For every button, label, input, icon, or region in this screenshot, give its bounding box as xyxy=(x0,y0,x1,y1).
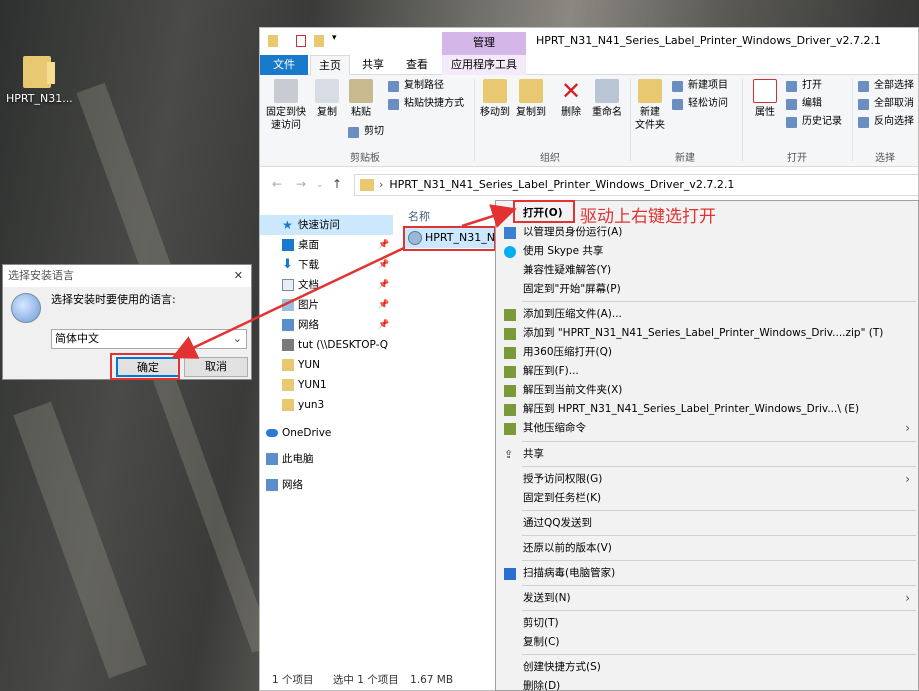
arrow-to-ok xyxy=(171,246,405,359)
annotation-arrows xyxy=(171,204,517,359)
arrow-to-open xyxy=(461,204,517,229)
